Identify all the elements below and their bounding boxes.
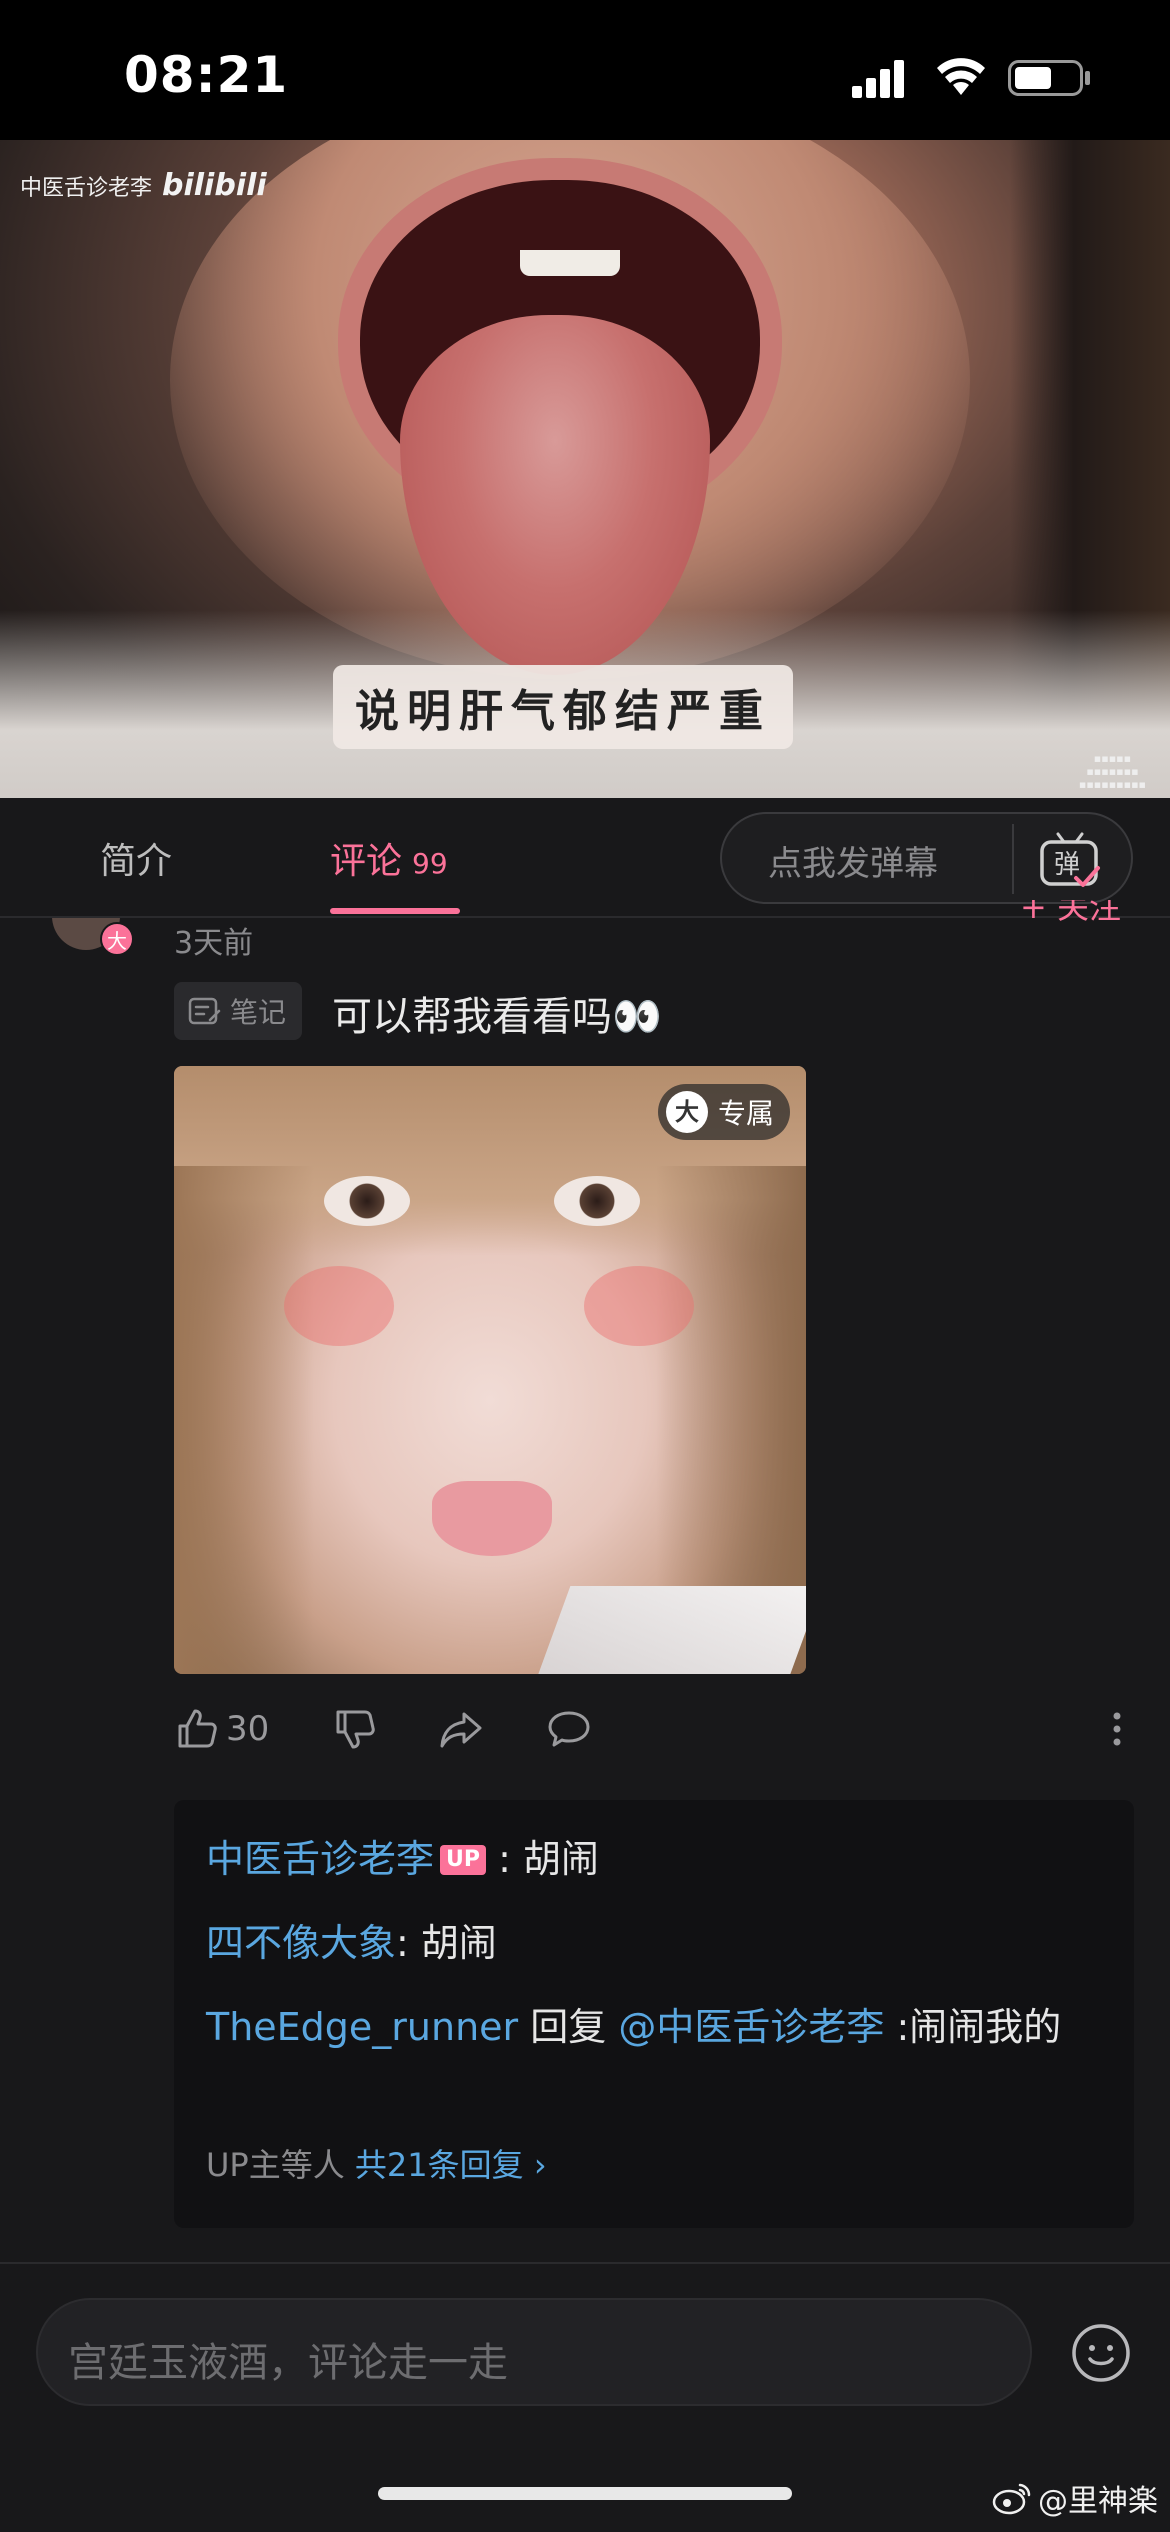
reply-button[interactable] xyxy=(546,1706,592,1752)
status-bar: 08:21 xyxy=(0,0,1170,140)
reply-username[interactable]: TheEdge_runner xyxy=(206,2005,518,2049)
reply-text: 胡闹 xyxy=(522,1837,599,1881)
thumbs-down-icon xyxy=(336,1710,375,1749)
exclusive-badge-label: 专属 xyxy=(718,1097,775,1130)
danmaku-input[interactable]: 点我发弹幕 弹 xyxy=(720,812,1133,904)
avatar-badge: 大 xyxy=(100,922,134,956)
up-badge: UP xyxy=(440,1845,487,1875)
video-caption: 说明肝气郁结严重 xyxy=(333,665,793,749)
exclusive-badge-icon: 大 xyxy=(666,1091,708,1133)
uploader-watermark: 中医舌诊老李 xyxy=(20,175,153,201)
reply-username[interactable]: 中医舌诊老李 xyxy=(206,1837,434,1881)
video-small-text: ▪▪▪▪▪ ▪▪▪▪▪▪▪ ▪▪▪▪▪▪▪▪▪ xyxy=(1078,752,1146,791)
replies-panel[interactable]: 中医舌诊老李 UP : 胡闹 四不像大象: 胡闹 TheEdge_runner 回… xyxy=(174,1800,1134,2228)
emoji-icon[interactable] xyxy=(1070,2322,1132,2384)
reply-item: 四不像大象: 胡闹 xyxy=(206,1921,497,1965)
weibo-watermark-text: @里神楽 xyxy=(1038,2484,1158,2519)
dislike-button[interactable] xyxy=(332,1706,378,1752)
more-vertical-icon xyxy=(1113,1712,1121,1746)
comment-bubble-icon xyxy=(548,1711,590,1747)
share-icon xyxy=(440,1712,482,1748)
svg-text:弹: 弹 xyxy=(1054,850,1080,880)
note-tag-label: 笔记 xyxy=(230,996,287,1029)
reply-text: :闹闹我的 xyxy=(884,2005,1062,2049)
video-watermark: 中医舌诊老李 bilibili xyxy=(20,168,267,203)
tab-bar: 简介 评论 99 点我发弹幕 弹 xyxy=(0,798,1170,918)
bilibili-logo: bilibili xyxy=(162,168,267,203)
chevron-right-icon: › xyxy=(533,2146,547,2184)
cellular-signal-icon xyxy=(852,60,904,98)
comment-input-placeholder: 宫廷玉液酒，评论走一走 xyxy=(68,2340,508,2386)
tab-intro[interactable]: 简介 xyxy=(100,832,172,884)
like-count: 30 xyxy=(226,1709,270,1749)
thumbs-up-icon xyxy=(178,1709,217,1748)
more-options-button[interactable] xyxy=(1094,1706,1140,1752)
tab-comments[interactable]: 评论 99 xyxy=(330,832,448,884)
weibo-watermark: @里神楽 xyxy=(992,2476,1158,2520)
battery-icon xyxy=(1008,60,1090,96)
comment-timestamp: 3天前 xyxy=(174,926,254,961)
wifi-icon xyxy=(937,58,985,95)
view-all-replies-link[interactable]: UP主等人 共21条回复 › xyxy=(206,2140,547,2186)
tab-comments-count: 99 xyxy=(412,847,448,880)
danmaku-toggle-icon[interactable]: 弹 xyxy=(1038,830,1102,890)
weibo-icon xyxy=(992,2483,1031,2515)
tab-comments-label: 评论 xyxy=(330,841,403,882)
follow-button-label: + 关注 xyxy=(1020,900,1121,926)
home-indicator xyxy=(378,2487,792,2500)
reply-mention[interactable]: @中医舌诊老李 xyxy=(618,2005,884,2049)
video-player[interactable]: 中医舌诊老李 bilibili 说明肝气郁结严重 ▪▪▪▪▪ ▪▪▪▪▪▪▪ ▪▪▪… xyxy=(0,140,1170,798)
comment-image[interactable]: 大 专属 xyxy=(174,1066,806,1674)
reply-text: 胡闹 xyxy=(420,1921,497,1965)
status-time: 08:21 xyxy=(124,46,289,104)
reply-item: TheEdge_runner 回复 @中医舌诊老李 :闹闹我的 xyxy=(206,2005,1062,2049)
comment-actions: 30 xyxy=(174,1706,1134,1766)
note-tag[interactable]: 笔记 xyxy=(174,982,303,1040)
follow-button[interactable]: + 关注 xyxy=(1020,900,1140,930)
share-button[interactable] xyxy=(438,1706,484,1752)
like-button[interactable]: 30 xyxy=(174,1706,269,1752)
comment-text: 可以帮我看看吗👀 xyxy=(332,994,662,1040)
danmaku-placeholder: 点我发弹幕 xyxy=(768,844,938,884)
active-tab-indicator xyxy=(330,908,460,914)
reply-username[interactable]: 四不像大象 xyxy=(206,1921,396,1965)
replies-count: 共21条回复 xyxy=(354,2146,524,2184)
reply-item: 中医舌诊老李 UP : 胡闹 xyxy=(206,1837,599,1881)
exclusive-badge: 大 专属 xyxy=(658,1084,791,1140)
comment-input[interactable]: 宫廷玉液酒，评论走一走 xyxy=(36,2298,1032,2406)
note-icon xyxy=(188,997,221,1025)
